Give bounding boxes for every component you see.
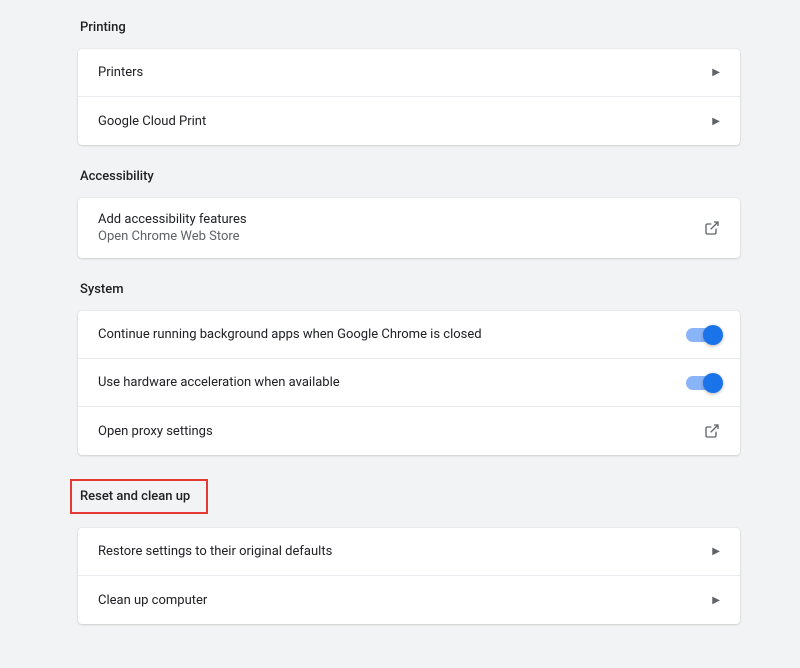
toggle-knob <box>703 373 723 393</box>
toggle-hardware-acceleration[interactable] <box>686 376 720 390</box>
row-clean-up-computer[interactable]: Clean up computer ▶ <box>78 576 740 624</box>
section-printing: Printing Printers ▶ Google Cloud Print ▶ <box>78 20 740 145</box>
label-google-cloud-print: Google Cloud Print <box>98 114 206 129</box>
label-add-accessibility: Add accessibility features <box>98 212 247 227</box>
label-printers: Printers <box>98 65 143 80</box>
label-proxy-settings: Open proxy settings <box>98 424 213 439</box>
external-link-icon <box>704 423 720 439</box>
chevron-right-icon: ▶ <box>712 546 720 557</box>
sublabel-open-web-store: Open Chrome Web Store <box>98 229 247 244</box>
label-restore-defaults: Restore settings to their original defau… <box>98 544 332 559</box>
row-printers[interactable]: Printers ▶ <box>78 49 740 97</box>
section-title-reset: Reset and clean up <box>80 489 190 504</box>
card-printing: Printers ▶ Google Cloud Print ▶ <box>78 49 740 145</box>
toggle-knob <box>703 325 723 345</box>
chevron-right-icon: ▶ <box>712 595 720 606</box>
highlight-reset-title: Reset and clean up <box>70 479 208 514</box>
row-add-accessibility[interactable]: Add accessibility features Open Chrome W… <box>78 198 740 258</box>
row-background-apps[interactable]: Continue running background apps when Go… <box>78 311 740 359</box>
section-system: System Continue running background apps … <box>78 282 740 455</box>
row-google-cloud-print[interactable]: Google Cloud Print ▶ <box>78 97 740 145</box>
label-hardware-acceleration: Use hardware acceleration when available <box>98 375 340 390</box>
row-proxy-settings[interactable]: Open proxy settings <box>78 407 740 455</box>
chevron-right-icon: ▶ <box>712 67 720 78</box>
row-restore-defaults[interactable]: Restore settings to their original defau… <box>78 528 740 576</box>
row-hardware-acceleration[interactable]: Use hardware acceleration when available <box>78 359 740 407</box>
label-clean-up-computer: Clean up computer <box>98 593 207 608</box>
section-accessibility: Accessibility Add accessibility features… <box>78 169 740 258</box>
section-reset: Reset and clean up Restore settings to t… <box>78 479 740 624</box>
section-title-printing: Printing <box>78 20 740 35</box>
card-accessibility: Add accessibility features Open Chrome W… <box>78 198 740 258</box>
label-background-apps: Continue running background apps when Go… <box>98 327 482 342</box>
toggle-background-apps[interactable] <box>686 328 720 342</box>
card-system: Continue running background apps when Go… <box>78 311 740 455</box>
section-title-system: System <box>78 282 740 297</box>
card-reset: Restore settings to their original defau… <box>78 528 740 624</box>
chevron-right-icon: ▶ <box>712 116 720 127</box>
section-title-accessibility: Accessibility <box>78 169 740 184</box>
external-link-icon <box>704 220 720 236</box>
